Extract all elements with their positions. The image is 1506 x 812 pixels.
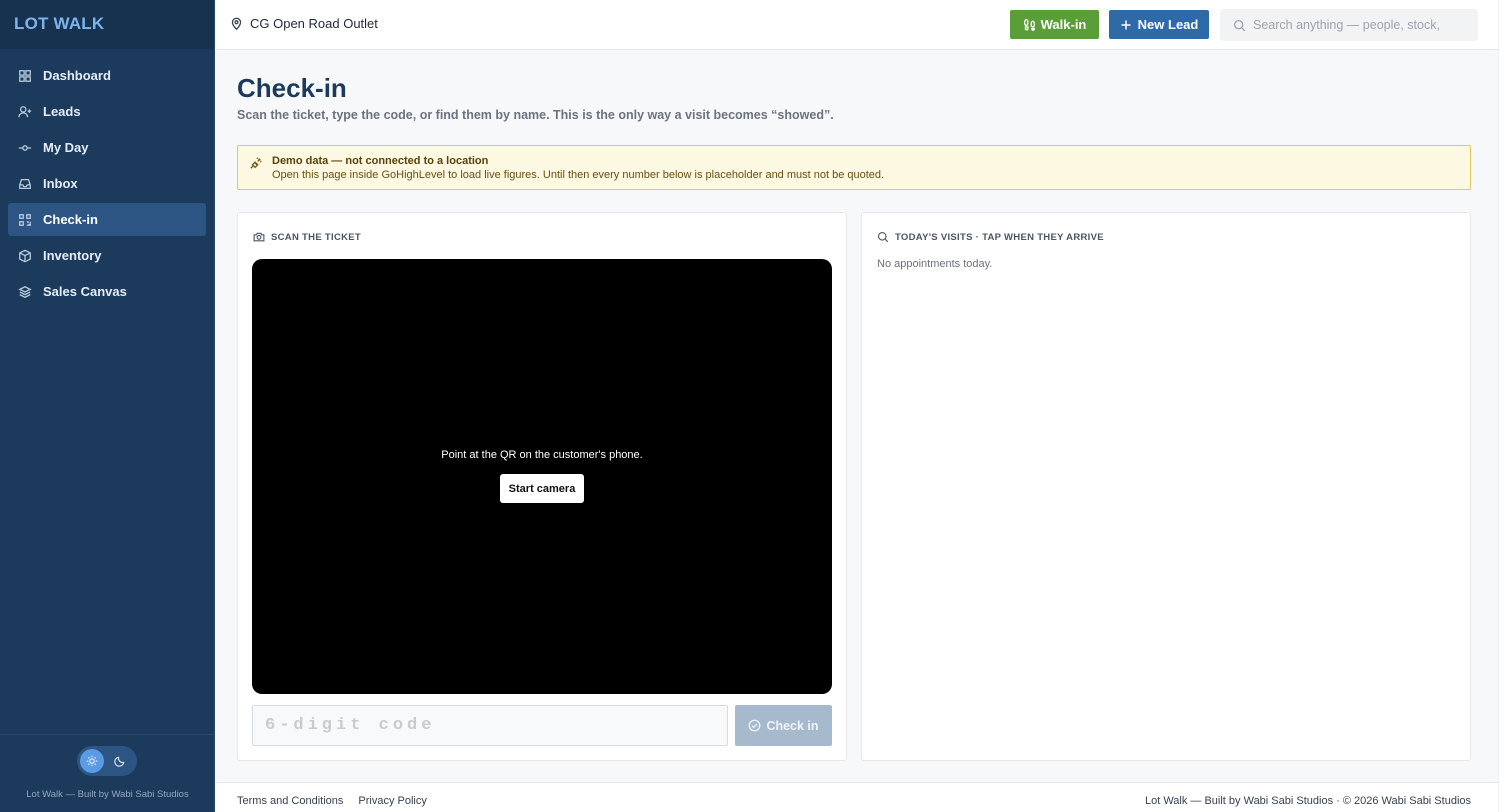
page-title: Check-in (237, 73, 347, 103)
terms-link[interactable]: Terms and Conditions (237, 795, 343, 807)
check-circle-icon (749, 719, 761, 732)
sidebar-item-label: Leads (43, 104, 81, 119)
walk-in-label: Walk-in (1040, 17, 1087, 32)
camera-icon (253, 232, 265, 242)
footprints-icon (1023, 18, 1035, 31)
grid-icon (19, 69, 31, 82)
light-mode-button[interactable] (80, 749, 104, 773)
sidebar-item-label: Sales Canvas (43, 284, 127, 299)
sidebar-item-label: Dashboard (43, 68, 111, 83)
theme-toggle[interactable] (77, 746, 137, 776)
location-selector[interactable]: CG Open Road Outlet (230, 16, 378, 31)
start-camera-button[interactable]: Start camera (500, 474, 584, 503)
sidebar-item-my-day[interactable]: My Day (8, 131, 206, 164)
topbar: CG Open Road Outlet Walk-in New Lead (216, 0, 1498, 50)
sidebar-item-inbox[interactable]: Inbox (8, 167, 206, 200)
check-in-button[interactable]: Check in (735, 705, 832, 746)
sidebar-item-label: Inventory (43, 248, 102, 263)
footer-copyright: Lot Walk — Built by Wabi Sabi Studios · … (1144, 795, 1471, 807)
sidebar-item-leads[interactable]: Leads (8, 95, 206, 128)
new-lead-button[interactable]: New Lead (1109, 10, 1209, 39)
camera-prompt: Point at the QR on the customer's phone. (441, 449, 643, 461)
inbox-icon (19, 178, 31, 189)
search-icon (877, 231, 889, 243)
visits-card-heading: TODAY'S VISITS · TAP WHEN THEY ARRIVE (877, 231, 1104, 243)
sidebar-item-sales-canvas[interactable]: Sales Canvas (8, 275, 206, 308)
banner-text: Open this page inside GoHighLevel to loa… (272, 169, 885, 181)
code-input[interactable] (252, 705, 728, 746)
commit-icon (18, 144, 32, 151)
camera-viewport: Point at the QR on the customer's phone.… (252, 259, 832, 694)
sidebar-item-label: Inbox (43, 176, 78, 191)
visits-card-title: TODAY'S VISITS · TAP WHEN THEY ARRIVE (895, 231, 1104, 243)
sidebar: LOT WALK Dashboard Leads My Day Inbox Ch… (0, 0, 215, 812)
sidebar-item-check-in[interactable]: Check-in (8, 203, 206, 236)
scan-card-heading: SCAN THE TICKET (253, 231, 361, 243)
new-lead-label: New Lead (1137, 17, 1199, 32)
qr-icon (19, 213, 31, 226)
sidebar-item-dashboard[interactable]: Dashboard (8, 59, 206, 92)
dark-mode-button[interactable] (108, 749, 132, 773)
page-subtitle: Scan the ticket, type the code, or find … (237, 108, 834, 122)
search-input[interactable] (1253, 18, 1463, 32)
banner-title: Demo data — not connected to a location (272, 155, 489, 167)
sidebar-nav: Dashboard Leads My Day Inbox Check-in In… (0, 49, 214, 308)
demo-data-banner: Demo data — not connected to a location … (237, 145, 1471, 190)
walk-in-button[interactable]: Walk-in (1010, 10, 1099, 39)
plug-off-icon (250, 157, 262, 169)
sidebar-item-label: My Day (43, 140, 89, 155)
sun-icon (86, 755, 98, 767)
map-pin-icon (231, 17, 242, 30)
todays-visits-card: TODAY'S VISITS · TAP WHEN THEY ARRIVE No… (861, 212, 1471, 761)
moon-icon (114, 756, 125, 767)
package-icon (19, 249, 31, 262)
layers-icon (18, 285, 32, 298)
page-scrollbar[interactable] (1498, 0, 1506, 812)
sidebar-item-inventory[interactable]: Inventory (8, 239, 206, 272)
app-logo-text: LOT WALK (14, 14, 105, 33)
sidebar-credit: Lot Walk — Built by Wabi Sabi Studios (26, 789, 189, 800)
privacy-link[interactable]: Privacy Policy (358, 795, 426, 807)
sidebar-footer: Lot Walk — Built by Wabi Sabi Studios (0, 734, 215, 812)
plus-icon (1121, 20, 1131, 29)
footer-links: Terms and Conditions Privacy Policy (237, 795, 427, 807)
check-in-label: Check in (766, 718, 819, 733)
scan-card-title: SCAN THE TICKET (271, 231, 361, 243)
scan-ticket-card: SCAN THE TICKET Point at the QR on the c… (237, 212, 847, 761)
search-icon (1233, 19, 1246, 31)
sidebar-item-label: Check-in (43, 212, 98, 227)
global-search[interactable] (1220, 9, 1478, 41)
user-plus-icon (18, 105, 32, 117)
empty-state: No appointments today. (877, 258, 993, 270)
page-footer: Terms and Conditions Privacy Policy Lot … (216, 782, 1498, 812)
app-logo[interactable]: LOT WALK (0, 0, 214, 49)
location-name: CG Open Road Outlet (250, 16, 378, 31)
